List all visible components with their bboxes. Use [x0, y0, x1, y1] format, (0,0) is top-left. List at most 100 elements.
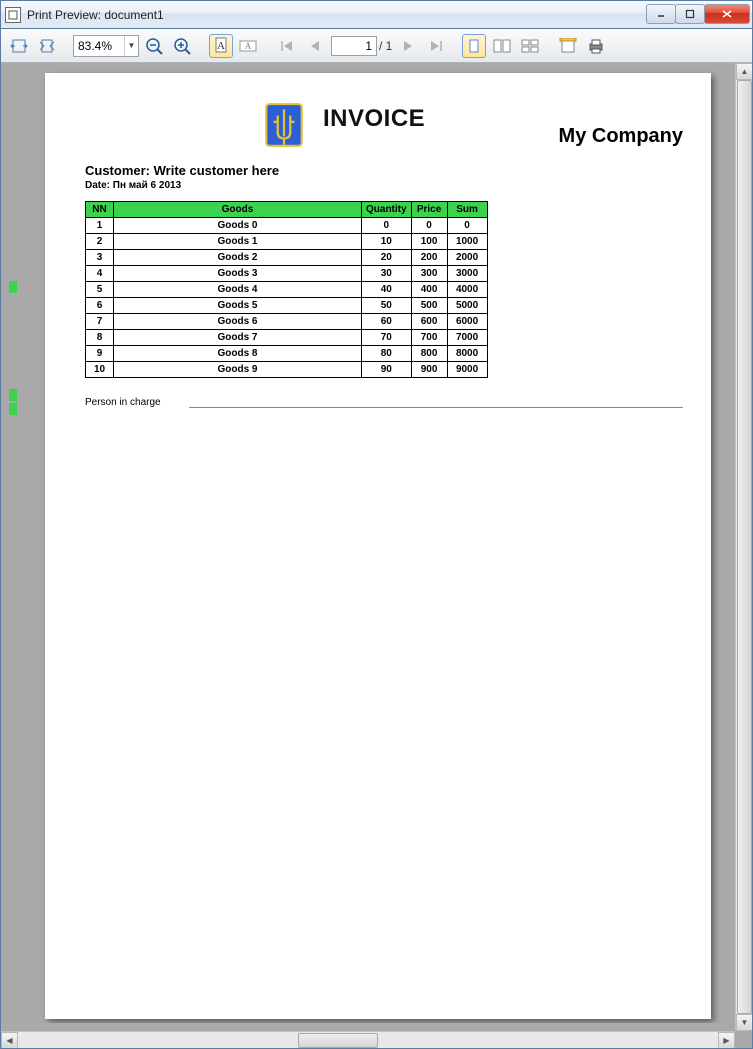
scroll-left-icon[interactable]: ◀ — [1, 1032, 18, 1048]
cell-nn: 1 — [86, 218, 114, 234]
table-row: 1Goods 0000 — [86, 218, 488, 234]
prev-page-button[interactable] — [303, 34, 327, 58]
cell-sum: 8000 — [447, 346, 487, 362]
vertical-scrollbar[interactable]: ▲ ▼ — [735, 63, 752, 1031]
table-row: 9Goods 8808008000 — [86, 346, 488, 362]
zoom-combo[interactable]: ▼ — [73, 35, 139, 57]
maximize-button[interactable] — [675, 4, 705, 24]
cell-goods: Goods 2 — [114, 250, 362, 266]
signature-line — [189, 396, 683, 408]
next-page-button[interactable] — [396, 34, 420, 58]
fit-page-button[interactable] — [35, 34, 59, 58]
horizontal-scrollbar[interactable]: ◀ ▶ — [1, 1031, 735, 1048]
cell-price: 600 — [411, 314, 447, 330]
cell-nn: 5 — [86, 282, 114, 298]
single-page-button[interactable] — [462, 34, 486, 58]
zoom-input[interactable] — [74, 37, 124, 55]
cell-price: 400 — [411, 282, 447, 298]
col-nn: NN — [86, 202, 114, 218]
invoice-table: NN Goods Quantity Price Sum 1Goods 00002… — [85, 201, 488, 378]
preview-canvas[interactable]: INVOICE My Company Customer: Write custo… — [9, 71, 727, 1023]
scroll-up-icon[interactable]: ▲ — [736, 63, 752, 80]
facing-pages-button[interactable] — [490, 34, 514, 58]
toolbar: ▼ A A / 1 — [1, 29, 752, 63]
page-indicator: / 1 — [331, 36, 392, 56]
page-setup-button[interactable] — [556, 34, 580, 58]
cell-goods: Goods 9 — [114, 362, 362, 378]
customer-label: Customer: Write customer here — [85, 163, 683, 178]
page: INVOICE My Company Customer: Write custo… — [45, 73, 711, 1019]
svg-text:A: A — [245, 41, 252, 51]
first-page-button[interactable] — [275, 34, 299, 58]
scroll-thumb[interactable] — [737, 80, 752, 1014]
cell-price: 800 — [411, 346, 447, 362]
cell-goods: Goods 8 — [114, 346, 362, 362]
cell-qty: 40 — [362, 282, 412, 298]
cell-sum: 9000 — [447, 362, 487, 378]
table-row: 7Goods 6606006000 — [86, 314, 488, 330]
col-price: Price — [411, 202, 447, 218]
scroll-thumb[interactable] — [298, 1033, 378, 1048]
cell-nn: 3 — [86, 250, 114, 266]
window-title: Print Preview: document1 — [27, 8, 647, 22]
print-preview-window: Print Preview: document1 ▼ — [0, 0, 753, 1049]
edge-marker — [9, 403, 17, 415]
edge-marker — [9, 281, 17, 293]
page-input[interactable] — [331, 36, 377, 56]
cell-goods: Goods 1 — [114, 234, 362, 250]
edge-marker — [9, 389, 17, 401]
cell-goods: Goods 5 — [114, 298, 362, 314]
table-header-row: NN Goods Quantity Price Sum — [86, 202, 488, 218]
last-page-button[interactable] — [424, 34, 448, 58]
cell-qty: 80 — [362, 346, 412, 362]
zoom-in-button[interactable] — [171, 34, 195, 58]
document-title: INVOICE — [323, 105, 425, 133]
cell-qty: 60 — [362, 314, 412, 330]
scroll-down-icon[interactable]: ▼ — [736, 1014, 752, 1031]
cell-price: 100 — [411, 234, 447, 250]
cell-sum: 7000 — [447, 330, 487, 346]
print-button[interactable] — [584, 34, 608, 58]
cell-nn: 2 — [86, 234, 114, 250]
page-total: / 1 — [379, 39, 392, 53]
cell-sum: 3000 — [447, 266, 487, 282]
table-row: 10Goods 9909009000 — [86, 362, 488, 378]
table-row: 6Goods 5505005000 — [86, 298, 488, 314]
cell-qty: 70 — [362, 330, 412, 346]
emblem-icon — [263, 101, 305, 151]
cell-price: 200 — [411, 250, 447, 266]
table-row: 2Goods 1101001000 — [86, 234, 488, 250]
cell-price: 700 — [411, 330, 447, 346]
zoom-out-button[interactable] — [143, 34, 167, 58]
cell-goods: Goods 3 — [114, 266, 362, 282]
overview-pages-button[interactable] — [518, 34, 542, 58]
cell-sum: 6000 — [447, 314, 487, 330]
cell-nn: 9 — [86, 346, 114, 362]
col-sum: Sum — [447, 202, 487, 218]
cell-goods: Goods 7 — [114, 330, 362, 346]
close-button[interactable] — [704, 4, 750, 24]
scroll-right-icon[interactable]: ▶ — [718, 1032, 735, 1048]
col-goods: Goods — [114, 202, 362, 218]
cell-price: 500 — [411, 298, 447, 314]
zoom-dropdown-icon[interactable]: ▼ — [124, 36, 138, 56]
landscape-button[interactable]: A — [237, 34, 261, 58]
minimize-button[interactable] — [646, 4, 676, 24]
cell-qty: 50 — [362, 298, 412, 314]
cell-goods: Goods 0 — [114, 218, 362, 234]
svg-text:A: A — [217, 40, 225, 52]
cell-sum: 2000 — [447, 250, 487, 266]
cell-price: 900 — [411, 362, 447, 378]
cell-goods: Goods 4 — [114, 282, 362, 298]
app-icon — [5, 7, 21, 23]
table-row: 5Goods 4404004000 — [86, 282, 488, 298]
cell-qty: 30 — [362, 266, 412, 282]
portrait-button[interactable]: A — [209, 34, 233, 58]
cell-nn: 4 — [86, 266, 114, 282]
cell-nn: 7 — [86, 314, 114, 330]
col-quantity: Quantity — [362, 202, 412, 218]
cell-sum: 0 — [447, 218, 487, 234]
fit-width-button[interactable] — [7, 34, 31, 58]
cell-qty: 10 — [362, 234, 412, 250]
table-row: 3Goods 2202002000 — [86, 250, 488, 266]
